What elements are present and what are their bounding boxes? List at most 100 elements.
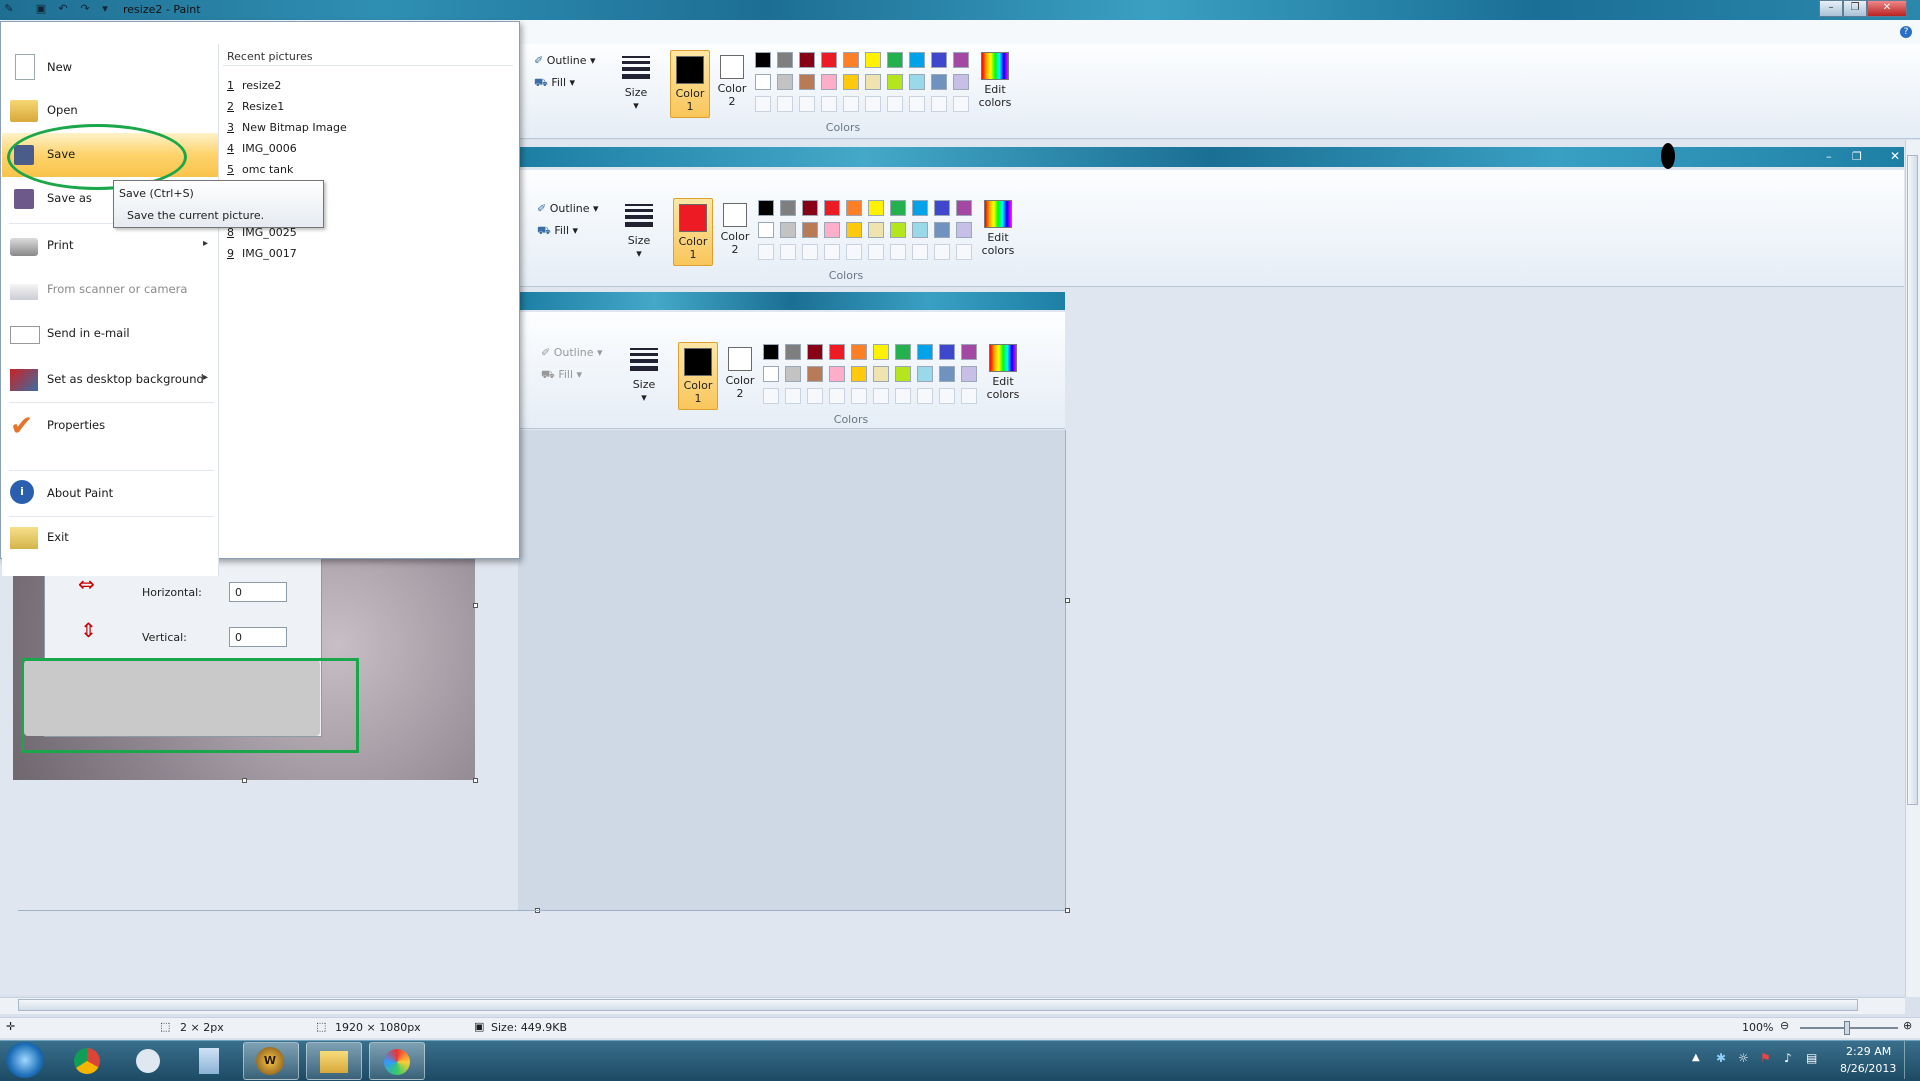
resize-handle[interactable] bbox=[1065, 908, 1070, 913]
volume-icon[interactable]: ♪ bbox=[1784, 1051, 1792, 1065]
color-swatch[interactable] bbox=[865, 52, 881, 68]
color-swatch[interactable] bbox=[865, 74, 881, 90]
custom-color-slot[interactable] bbox=[931, 96, 947, 112]
custom-color-slot[interactable] bbox=[777, 96, 793, 112]
color-swatch bbox=[846, 200, 862, 216]
color-swatch[interactable] bbox=[777, 74, 793, 90]
resize-handle[interactable] bbox=[473, 603, 478, 608]
menu-item-desktop-bg-label: Set as desktop background bbox=[47, 372, 204, 386]
zoom-slider-thumb[interactable] bbox=[1844, 1021, 1850, 1035]
quick-save-icon[interactable]: ▣ bbox=[34, 2, 48, 16]
recent-item[interactable]: 9 IMG_0017 bbox=[227, 247, 297, 260]
vertical-input[interactable]: 0 bbox=[229, 627, 287, 647]
flag-icon[interactable]: ⚑ bbox=[1760, 1051, 1771, 1065]
ghost-window-titlebar bbox=[518, 147, 1904, 167]
color-swatch[interactable] bbox=[953, 52, 969, 68]
redo-icon[interactable]: ↷ bbox=[78, 2, 92, 16]
color-swatch[interactable] bbox=[755, 52, 771, 68]
undo-icon[interactable]: ↶ bbox=[56, 2, 70, 16]
custom-color-slot[interactable] bbox=[865, 96, 881, 112]
color-swatch[interactable] bbox=[821, 52, 837, 68]
help-icon[interactable]: ? bbox=[1900, 26, 1912, 38]
color1-swatch-3 bbox=[684, 348, 712, 376]
color1-button[interactable]: Color 1 bbox=[670, 50, 710, 118]
custom-color-slot[interactable] bbox=[799, 96, 815, 112]
color-swatch[interactable] bbox=[909, 74, 925, 90]
recent-item[interactable]: 3 New Bitmap Image bbox=[227, 121, 347, 134]
color-swatch[interactable] bbox=[843, 52, 859, 68]
fill-button[interactable]: ⛟ Fill ▾ bbox=[534, 76, 575, 91]
vertical-scroll-thumb[interactable] bbox=[1907, 155, 1918, 805]
recent-item[interactable]: 2 Resize1 bbox=[227, 100, 284, 113]
color1-3-line1: Color bbox=[683, 379, 713, 392]
color-swatch[interactable] bbox=[843, 74, 859, 90]
customize-toolbar-icon[interactable]: ▾ bbox=[98, 2, 112, 16]
custom-color-slot[interactable] bbox=[887, 96, 903, 112]
color-swatch[interactable] bbox=[953, 74, 969, 90]
color-swatch[interactable] bbox=[777, 52, 793, 68]
custom-color-slot[interactable] bbox=[909, 96, 925, 112]
menu-item-print[interactable]: Print ▸ bbox=[2, 224, 218, 268]
recent-item[interactable]: 1 resize2 bbox=[227, 79, 281, 92]
color-swatch[interactable] bbox=[887, 74, 903, 90]
taskbar-paint[interactable] bbox=[369, 1042, 425, 1080]
menu-item-properties[interactable]: ✔ Properties bbox=[2, 404, 218, 448]
color-swatch[interactable] bbox=[909, 52, 925, 68]
minimize-button[interactable]: – bbox=[1819, 0, 1843, 17]
color-swatch[interactable] bbox=[755, 74, 771, 90]
menu-item-desktop-bg[interactable]: Set as desktop background ▸ bbox=[2, 358, 218, 402]
show-desktop-button[interactable] bbox=[1904, 1041, 1920, 1079]
horizontal-input[interactable]: 0 bbox=[229, 582, 287, 602]
bluetooth-icon[interactable]: ✱ bbox=[1716, 1051, 1726, 1065]
color-swatch[interactable] bbox=[887, 52, 903, 68]
clock-date[interactable]: 8/26/2013 bbox=[1840, 1062, 1896, 1075]
taskbar-wow[interactable]: W bbox=[243, 1042, 299, 1080]
start-orb-icon[interactable] bbox=[6, 1042, 44, 1078]
color-swatch[interactable] bbox=[931, 74, 947, 90]
recent-item[interactable]: 4 IMG_0006 bbox=[227, 142, 297, 155]
color2-button[interactable]: Color 2 bbox=[713, 50, 751, 116]
color-swatch[interactable] bbox=[799, 52, 815, 68]
menu-item-email[interactable]: Send in e-mail bbox=[2, 312, 218, 356]
color-swatch[interactable] bbox=[799, 74, 815, 90]
recent-item-name: IMG_0006 bbox=[242, 142, 297, 155]
recent-item-number: 5 bbox=[227, 163, 234, 176]
restore-button[interactable]: ❐ bbox=[1843, 0, 1867, 17]
zoom-out-icon[interactable]: ⊖ bbox=[1780, 1019, 1789, 1032]
size-button-2: Size ▾ bbox=[622, 202, 656, 260]
taskbar-explorer[interactable] bbox=[306, 1042, 362, 1080]
close-button[interactable]: ✕ bbox=[1867, 0, 1907, 17]
zoom-in-icon[interactable]: ⊕ bbox=[1903, 1019, 1912, 1032]
resize-handle[interactable] bbox=[242, 778, 247, 783]
clock-time[interactable]: 2:29 AM bbox=[1846, 1045, 1891, 1058]
recent-item[interactable]: 5 omc tank bbox=[227, 163, 293, 176]
menu-item-exit[interactable]: Exit bbox=[2, 516, 218, 560]
resize-handle[interactable] bbox=[473, 778, 478, 783]
outline-button[interactable]: ✐ Outline ▾ bbox=[534, 54, 596, 67]
size-button[interactable]: Size ▾ bbox=[619, 54, 653, 112]
taskbar-notepad[interactable] bbox=[182, 1042, 236, 1078]
color-swatch[interactable] bbox=[931, 52, 947, 68]
recent-item-name: omc tank bbox=[242, 163, 294, 176]
colors-group-label-3: Colors bbox=[833, 413, 869, 426]
custom-color-slot[interactable] bbox=[953, 96, 969, 112]
zoom-level: 100% bbox=[1742, 1021, 1774, 1034]
menu-item-new[interactable]: New bbox=[2, 46, 218, 90]
taskbar-messenger[interactable] bbox=[121, 1042, 175, 1078]
taskbar-chrome[interactable] bbox=[60, 1042, 114, 1078]
custom-color-slot[interactable] bbox=[843, 96, 859, 112]
custom-color-slot[interactable] bbox=[821, 96, 837, 112]
color2-3-line2: 2 bbox=[736, 387, 744, 400]
network-icon[interactable]: ▤ bbox=[1806, 1051, 1817, 1065]
palette-1 bbox=[755, 52, 975, 118]
color-swatch[interactable] bbox=[821, 74, 837, 90]
window-title: resize2 - Paint bbox=[123, 3, 201, 16]
tray-app-icon[interactable]: ☼ bbox=[1738, 1051, 1749, 1065]
tray-expand-icon[interactable]: ▲ bbox=[1692, 1052, 1700, 1063]
outline-label-2: Outline bbox=[549, 202, 590, 215]
horizontal-scroll-thumb[interactable] bbox=[18, 999, 1858, 1011]
custom-color-slot[interactable] bbox=[755, 96, 771, 112]
resize-handle[interactable] bbox=[1065, 598, 1070, 603]
edit-colors-button[interactable]: Edit colors bbox=[977, 52, 1013, 109]
menu-item-about[interactable]: i About Paint bbox=[2, 472, 218, 516]
